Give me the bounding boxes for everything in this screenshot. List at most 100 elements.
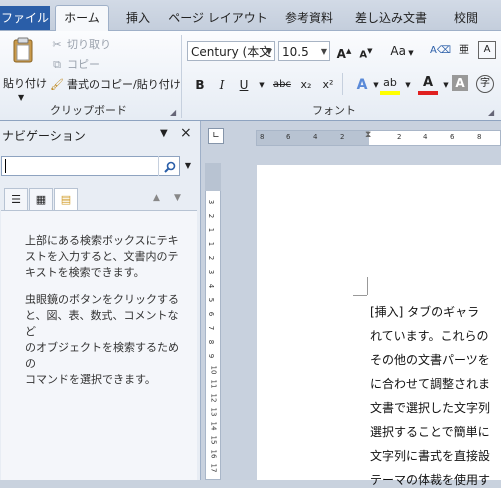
pane-options-icon[interactable]: ▼ (160, 128, 168, 139)
shrink-font-icon[interactable]: A▼ (356, 41, 376, 61)
thumbnails-icon: ▦ (35, 193, 47, 206)
highlight-icon[interactable]: ab (380, 75, 400, 95)
chevron-down-icon[interactable]: ▼ (252, 75, 272, 95)
tab-pages[interactable]: ▦ (29, 188, 53, 212)
font-size-combo[interactable]: 10.5 ▼ (278, 41, 330, 61)
previous-result-icon[interactable]: ▲ (153, 193, 160, 203)
tab-headings[interactable]: ☰ (4, 188, 28, 212)
clipboard-icon (13, 37, 33, 63)
enclose-character-icon[interactable]: A (478, 41, 496, 59)
document-text-line: 文書で選択した文字列 (370, 401, 491, 415)
horizontal-ruler[interactable]: ⧗ 8 6 4 2 2 4 6 8 (256, 130, 501, 146)
tab-mailings[interactable]: 差し込み文書 (350, 6, 432, 30)
help-line: コマンドを選択できます。 (25, 373, 156, 386)
ribbon-tab-bar: ファイル ホーム 挿入 ページ レイアウト 参考資料 差し込み文書 校閲 (0, 0, 501, 31)
tab-results[interactable]: ▤ (54, 188, 78, 212)
document-text-line: その他の文書パーツを (370, 353, 490, 367)
font-name-value: Century (本文 (191, 45, 272, 59)
superscript-button[interactable]: x² (318, 75, 338, 95)
enclosed-character-icon[interactable]: 字 (476, 75, 494, 93)
bold-button[interactable]: B (190, 75, 210, 95)
chevron-down-icon[interactable]: ▼ (321, 42, 327, 62)
subscript-button[interactable]: x₂ (296, 75, 316, 95)
scissors-icon: ✂ (52, 38, 62, 51)
font-name-combo[interactable]: Century (本文 ▼ (187, 41, 275, 61)
next-result-icon[interactable]: ▼ (174, 193, 181, 203)
chevron-down-icon[interactable]: ▼ (181, 156, 195, 176)
document-text-line: れています。これらの (370, 329, 489, 343)
paste-label: 貼り付け (3, 77, 47, 90)
change-case-button[interactable]: Aa ▼ (388, 41, 416, 61)
chevron-down-icon[interactable]: ▼ (266, 42, 272, 62)
font-color-icon[interactable]: A (418, 75, 438, 95)
copy-icon: ⧉ (53, 58, 61, 71)
group-divider (181, 35, 182, 118)
ruler-tick-label: 1 (207, 227, 216, 233)
ruler-tick-label: 8 (260, 133, 265, 141)
ruler-tick-label: 6 (207, 311, 216, 317)
tab-references[interactable]: 参考資料 (280, 6, 338, 30)
ruler-tick-label: 4 (207, 283, 216, 289)
tab-home[interactable]: ホーム (55, 5, 109, 31)
brush-icon: 🖌 (50, 78, 64, 91)
ruler-tick-label: 12 (209, 393, 218, 403)
ruler-margin-top (205, 163, 221, 191)
ruler-tick-label: 7 (207, 325, 216, 331)
ruler-tick-label: 1 (207, 241, 216, 247)
ruler-tick-label: 8 (477, 133, 482, 141)
search-button[interactable] (158, 156, 181, 176)
ruler-tick-label: 4 (423, 133, 428, 141)
italic-button[interactable]: I (212, 75, 232, 95)
ruler-tick-label: 3 (207, 269, 216, 275)
ribbon: 貼り付け ▼ ✂ 切り取り ⧉ コピー 🖌 書式のコピー/貼り付け クリップボード ◢… (0, 31, 501, 121)
search-input[interactable] (1, 156, 180, 176)
font-group-label: フォント (312, 104, 356, 117)
help-line: 虫眼鏡のボタンをクリックする (25, 293, 179, 306)
underline-button[interactable]: U (234, 75, 254, 95)
indent-marker-icon[interactable]: ⧗ (365, 130, 371, 140)
phonetic-guide-icon[interactable]: 亜 (454, 41, 474, 61)
ruler-tick-label: 2 (397, 133, 402, 141)
tab-file[interactable]: ファイル (0, 6, 50, 30)
tab-selector-icon[interactable]: ∟ (208, 128, 224, 144)
document-text-line: [挿入] タブのギャラ (370, 305, 480, 319)
font-size-value: 10.5 (282, 45, 309, 59)
tab-page-layout[interactable]: ページ レイアウト (168, 6, 268, 30)
divider (342, 73, 343, 95)
ruler-tick-label: 11 (209, 379, 218, 389)
navigation-help-text-1: 上部にある検索ボックスにテキ ストを入力すると、文書内のテ キストを検索できます… (25, 233, 180, 281)
help-line: と、図、表、数式、コメントなど (25, 309, 179, 338)
copy-button[interactable]: ⧉ コピー (50, 56, 100, 74)
navigation-help-text-2: 虫眼鏡のボタンをクリックする と、図、表、数式、コメントなど のオブジェクトを検… (25, 292, 180, 388)
strikethrough-button[interactable]: abc (270, 75, 294, 95)
copy-label: コピー (67, 58, 100, 71)
vertical-ruler[interactable]: 543211234567891011121314151617 (205, 163, 221, 480)
margin-mark (367, 277, 368, 295)
chevron-down-icon[interactable]: ▼ (18, 93, 24, 102)
format-painter-label: 書式のコピー/貼り付け (67, 78, 181, 91)
ruler-tick-label: 9 (207, 353, 216, 359)
ruler-tick-label: 15 (209, 435, 218, 445)
character-shading-icon[interactable]: A (452, 75, 468, 91)
cut-button[interactable]: ✂ 切り取り (50, 36, 111, 54)
tab-insert[interactable]: 挿入 (123, 6, 153, 30)
close-icon[interactable]: × (180, 125, 192, 141)
ruler-tick-label: 6 (286, 133, 291, 141)
help-line: 上部にある検索ボックスにテキ (25, 234, 179, 247)
change-case-label: Aa (390, 44, 406, 58)
tab-review[interactable]: 校閲 (448, 6, 484, 30)
clipboard-group-label: クリップボード (50, 104, 127, 117)
document-text-line: 文字列に書式を直接設 (370, 449, 491, 463)
clipboard-launcher-icon[interactable]: ◢ (170, 108, 176, 117)
clear-format-icon[interactable]: A⌫ (430, 41, 451, 61)
font-launcher-icon[interactable]: ◢ (488, 108, 494, 117)
ruler-tick-label: 8 (207, 339, 216, 345)
document-page[interactable]: [挿入] タブのギャラ れています。これらの その他の文書パーツを に合わせて調整され… (257, 165, 501, 487)
chevron-down-icon[interactable]: ▼ (398, 75, 418, 95)
paste-button[interactable]: 貼り付け ▼ (2, 35, 47, 115)
ruler-tick-label: 10 (209, 365, 218, 375)
results-icon: ▤ (60, 193, 72, 206)
ruler-tick-label: 6 (450, 133, 455, 141)
grow-font-icon[interactable]: A▲ (334, 41, 354, 61)
format-painter-button[interactable]: 🖌 書式のコピー/貼り付け (50, 76, 181, 94)
